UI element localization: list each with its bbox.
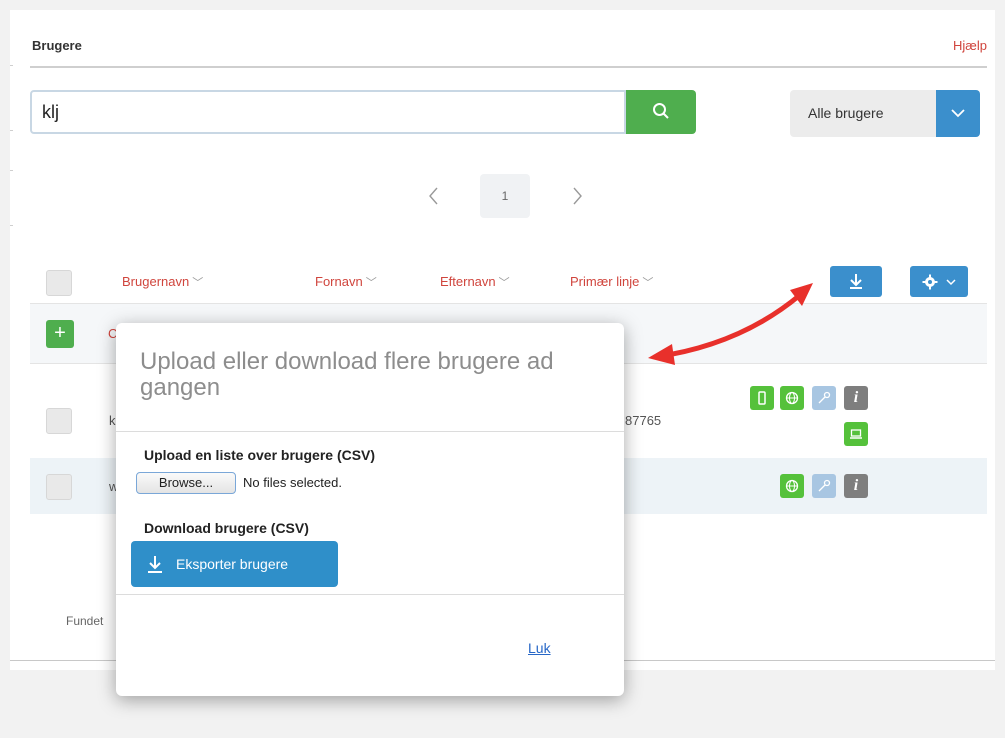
download-icon [148,556,162,573]
browse-file-button[interactable]: Browse... [136,472,236,494]
upload-download-modal: Upload eller download flere brugere ad g… [116,323,624,696]
upload-csv-label: Upload en liste over brugere (CSV) [144,447,376,463]
file-status-text: No files selected. [243,475,342,490]
divider [116,594,624,595]
modal-title: Upload eller download flere brugere ad g… [140,348,554,401]
export-users-button[interactable]: Eksporter brugere [131,541,338,587]
divider [116,431,624,432]
close-modal-link[interactable]: Luk [528,640,551,656]
download-csv-label: Download brugere (CSV) [144,520,309,536]
export-users-label: Eksporter brugere [176,556,289,572]
